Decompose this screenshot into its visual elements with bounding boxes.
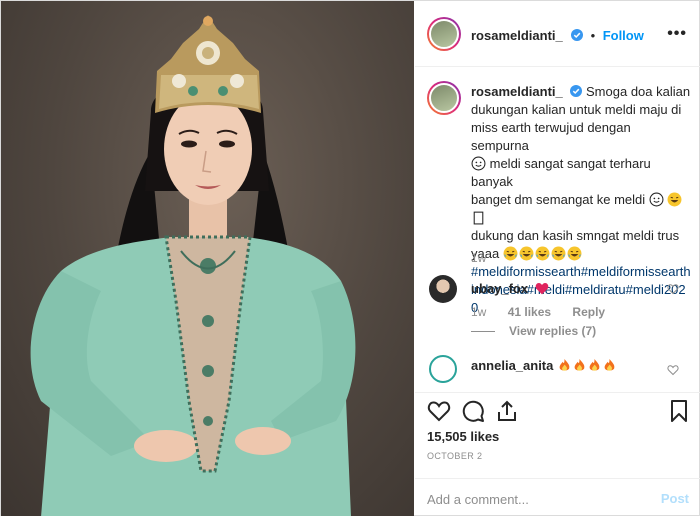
post-actions: 15,505 likes OCTOBER 2 Post bbox=[415, 392, 700, 516]
caption-author-avatar[interactable] bbox=[427, 81, 461, 115]
post-side-panel: rosameldianti_ • Follow ••• rosameldiant… bbox=[415, 1, 700, 516]
post-header: rosameldianti_ • Follow ••• bbox=[415, 1, 700, 67]
comments-section: rosameldianti_ Smoga doa kalian dukungan… bbox=[415, 67, 700, 392]
caption-hashtags[interactable]: #meldiformissearth#meldiformissearth bbox=[471, 264, 691, 279]
post-photo-image bbox=[30, 15, 356, 516]
likes-count[interactable]: 15,505 likes bbox=[427, 429, 499, 444]
fire-emoji bbox=[559, 358, 570, 371]
caption-line: Smoga doa kalian bbox=[586, 84, 691, 99]
like-comment-heart-icon[interactable] bbox=[667, 364, 679, 376]
caption-line: miss earth terwujud dengan sempurna bbox=[471, 120, 631, 153]
header-user: rosameldianti_ • Follow bbox=[471, 27, 644, 45]
fire-emoji-row bbox=[557, 358, 617, 373]
commenter-avatar[interactable] bbox=[429, 355, 457, 383]
laughing-emoji-row bbox=[503, 246, 583, 261]
verified-badge-icon bbox=[571, 29, 584, 41]
instagram-post: rosameldianti_ • Follow ••• rosameldiant… bbox=[0, 0, 700, 516]
laughing-emoji bbox=[535, 246, 550, 261]
smile-emoji bbox=[649, 192, 664, 207]
follow-button[interactable]: Follow bbox=[603, 28, 644, 43]
more-options-icon[interactable]: ••• bbox=[667, 25, 687, 43]
missing-glyph-icon bbox=[473, 211, 484, 225]
comment-meta: 1w 41 likes Reply bbox=[471, 305, 623, 319]
laughing-emoji bbox=[519, 246, 534, 261]
laughing-emoji bbox=[503, 246, 518, 261]
add-comment-input[interactable] bbox=[427, 489, 647, 509]
caption-timestamp[interactable]: 1w bbox=[471, 251, 486, 265]
fire-emoji bbox=[574, 358, 585, 371]
share-icon[interactable] bbox=[495, 399, 519, 423]
fire-emoji bbox=[589, 358, 600, 371]
view-replies-button[interactable]: View replies (7) bbox=[471, 324, 596, 338]
caption-line: banget dm semangat ke meldi bbox=[471, 192, 646, 207]
add-comment-bar: Post bbox=[415, 478, 700, 516]
caption-line: meldi sangat sangat terharu banyak bbox=[471, 156, 651, 189]
post-photo[interactable] bbox=[1, 1, 414, 516]
heart-icon[interactable] bbox=[427, 399, 451, 423]
comment-text: annelia_anita bbox=[471, 358, 617, 373]
commenter-username[interactable]: ubay_fox bbox=[471, 281, 528, 296]
comment-text: ubay_fox bbox=[471, 281, 549, 296]
commenter-username[interactable]: annelia_anita bbox=[471, 358, 553, 373]
laughing-emoji bbox=[667, 192, 682, 207]
bookmark-icon[interactable] bbox=[667, 399, 691, 423]
laughing-emoji bbox=[567, 246, 582, 261]
post-comment-button[interactable]: Post bbox=[661, 491, 689, 506]
laughing-emoji bbox=[551, 246, 566, 261]
author-username[interactable]: rosameldianti_ bbox=[471, 28, 563, 43]
comment-timestamp[interactable]: 1w bbox=[471, 305, 486, 319]
replies-divider bbox=[471, 331, 495, 333]
verified-badge-icon bbox=[570, 85, 583, 97]
caption-line: dukung dan kasih smngat meldi trus bbox=[471, 228, 680, 243]
caption-username[interactable]: rosameldianti_ bbox=[471, 84, 563, 99]
like-comment-heart-icon[interactable] bbox=[667, 283, 679, 295]
view-replies-label: View replies (7) bbox=[509, 324, 597, 338]
commenter-avatar[interactable] bbox=[429, 275, 457, 303]
author-avatar[interactable] bbox=[427, 17, 461, 51]
post-date[interactable]: OCTOBER 2 bbox=[427, 451, 482, 461]
comment-icon[interactable] bbox=[461, 399, 485, 423]
separator-dot: • bbox=[590, 28, 596, 43]
heart-emoji bbox=[535, 282, 549, 295]
caption-line: dukungan kalian untuk meldi maju di bbox=[471, 102, 682, 117]
fire-emoji bbox=[604, 358, 615, 371]
smile-emoji bbox=[471, 156, 486, 171]
comment-likes[interactable]: 41 likes bbox=[508, 305, 551, 319]
reply-button[interactable]: Reply bbox=[572, 305, 605, 319]
